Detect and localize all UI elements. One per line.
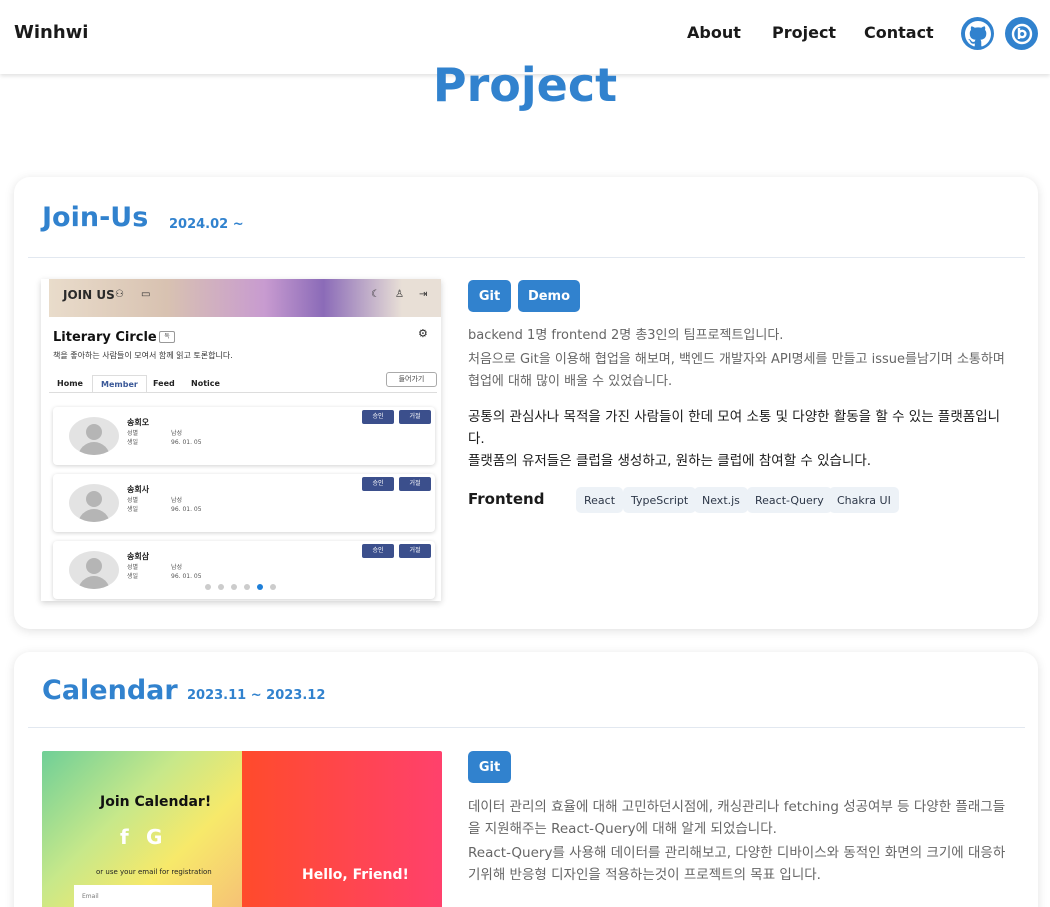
project-title: Join-Us <box>42 202 149 233</box>
project-summary: 공통의 관심사나 목적을 가진 사람들이 한데 모여 소통 및 다양한 활동을 … <box>468 406 1013 472</box>
member-values: 남성 96. 01. 05 <box>171 497 202 513</box>
google-icon: G <box>146 825 163 849</box>
reject-button: 거절 <box>399 477 431 491</box>
git-button[interactable]: Git <box>468 280 511 312</box>
stack-label: Frontend <box>468 490 545 508</box>
club-tab-notice: Notice <box>191 379 220 388</box>
description-line: backend 1명 frontend 2명 총3인의 팀프로젝트입니다. <box>468 328 784 343</box>
screenshot-hello: Hello, Friend! <box>302 867 409 883</box>
member-labels: 성별 생일 <box>127 430 139 446</box>
member-card: 송회삼 성별 생일 남성 96. 01. 05 승인 거절 <box>53 541 435 599</box>
screenshot-right-panel <box>242 751 442 907</box>
member-labels: 성별 생일 <box>127 497 139 513</box>
gear-icon: ⚙ <box>418 327 428 340</box>
project-description: 데이터 관리의 효율에 대해 고민하던시점에, 캐싱관리나 fetching 성… <box>468 796 1013 886</box>
club-join-button: 들어가기 <box>386 372 437 387</box>
description-line: 데이터 관리의 효율에 대해 고민하던시점에, 캐싱관리나 fetching 성… <box>468 799 1006 837</box>
stack-chip: React <box>576 487 624 513</box>
approve-button: 승인 <box>362 477 394 491</box>
avatar <box>69 484 119 522</box>
user-icon: ♙ <box>395 289 404 300</box>
member-name: 송회오 <box>127 418 150 427</box>
brand-logo[interactable]: Winhwi <box>14 22 88 43</box>
divider <box>28 257 1025 258</box>
member-card: 송회사 성별 생일 남성 96. 01. 05 승인 거절 <box>53 474 435 532</box>
member-name: 송회삼 <box>127 552 150 561</box>
screenshot-title: Join Calendar! <box>100 794 212 810</box>
project-screenshot: Join Calendar! f G or use your email for… <box>42 751 442 907</box>
reject-button: 거절 <box>399 544 431 558</box>
facebook-icon: f <box>120 825 129 849</box>
calendar-icon: ▭ <box>141 289 151 300</box>
approve-button: 승인 <box>362 544 394 558</box>
logout-icon: ⇥ <box>419 289 428 300</box>
club-tab-home: Home <box>57 379 83 388</box>
project-card-calendar: Calendar 2023.11 ~ 2023.12 Join Calendar… <box>14 652 1038 907</box>
divider <box>28 727 1025 728</box>
club-badge: 독 <box>159 331 175 343</box>
moon-icon: ☾ <box>371 289 380 300</box>
project-screenshot: JOIN US ⚇ ▭ ☾ ♙ ⇥ Literary Circle 독 ⚙ 책을… <box>41 279 441 601</box>
project-title: Calendar <box>42 675 178 706</box>
reject-button: 거절 <box>399 410 431 424</box>
screenshot-email-field: Email <box>74 885 212 907</box>
nav-about[interactable]: About <box>687 23 741 42</box>
carousel-dot[interactable] <box>270 584 276 590</box>
carousel-dot[interactable] <box>205 584 211 590</box>
demo-button[interactable]: Demo <box>518 280 580 312</box>
carousel-dot[interactable] <box>218 584 224 590</box>
tab-divider <box>49 392 437 393</box>
git-button[interactable]: Git <box>468 751 511 783</box>
member-values: 남성 96. 01. 05 <box>171 564 202 580</box>
project-date: 2023.11 ~ 2023.12 <box>187 688 326 703</box>
blog-icon[interactable] <box>1005 17 1038 50</box>
member-card: 송회오 성별 생일 남성 96. 01. 05 승인 거절 <box>53 407 435 465</box>
avatar <box>69 551 119 589</box>
screenshot-logo: JOIN US <box>63 288 115 302</box>
club-subtitle: 책을 좋아하는 사람들이 모여서 함께 읽고 토론합니다. <box>53 351 233 360</box>
avatar <box>69 417 119 455</box>
stack-chip: React-Query <box>747 487 832 513</box>
screenshot-or-text: or use your email for registration <box>96 868 212 876</box>
github-icon[interactable] <box>961 17 994 50</box>
club-title: Literary Circle <box>53 330 157 345</box>
page-title: Project <box>432 58 618 112</box>
nav-contact[interactable]: Contact <box>864 23 934 42</box>
nav-project[interactable]: Project <box>772 23 836 42</box>
stack-chip: Chakra UI <box>829 487 899 513</box>
carousel-dots[interactable] <box>205 584 276 590</box>
club-tab-member: Member <box>92 375 147 393</box>
club-tab-feed: Feed <box>153 379 175 388</box>
approve-button: 승인 <box>362 410 394 424</box>
summary-line: 플랫폼의 유저들은 클럽을 생성하고, 원하는 클럽에 참여할 수 있습니다. <box>468 453 872 469</box>
description-line: React-Query를 사용해 데이터를 관리해보고, 다양한 디바이스와 동… <box>468 845 1006 883</box>
project-date: 2024.02 ~ <box>169 217 244 232</box>
carousel-dot[interactable] <box>244 584 250 590</box>
member-labels: 성별 생일 <box>127 564 139 580</box>
stack-chip: Next.js <box>694 487 748 513</box>
summary-line: 공통의 관심사나 목적을 가진 사람들이 한데 모여 소통 및 다양한 활동을 … <box>468 409 1001 447</box>
stack-chip: TypeScript <box>623 487 697 513</box>
carousel-dot[interactable] <box>231 584 237 590</box>
description-line: 처음으로 Git을 이용해 협업을 해보며, 백엔드 개발자와 API명세를 만… <box>468 352 1005 389</box>
people-icon: ⚇ <box>115 289 124 300</box>
member-values: 남성 96. 01. 05 <box>171 430 202 446</box>
carousel-dot-active[interactable] <box>257 584 263 590</box>
project-card-join-us: Join-Us 2024.02 ~ JOIN US ⚇ ▭ ☾ ♙ ⇥ Lite… <box>14 177 1038 629</box>
screenshot-banner: JOIN US ⚇ ▭ ☾ ♙ ⇥ <box>49 279 441 317</box>
member-name: 송회사 <box>127 485 150 494</box>
screenshot-left-panel: Join Calendar! f G or use your email for… <box>42 751 242 907</box>
project-description: backend 1명 frontend 2명 총3인의 팀프로젝트입니다. 처음… <box>468 325 1013 393</box>
